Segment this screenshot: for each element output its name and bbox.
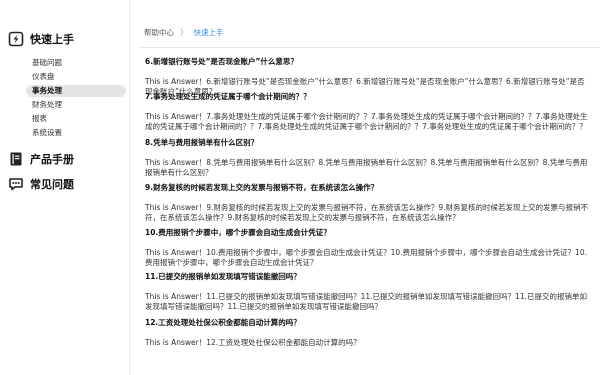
sidebar-section-manual[interactable]: 产品手册 (8, 151, 74, 167)
breadcrumb-current[interactable]: 快速上手 (194, 28, 224, 37)
sidebar-section-quick-start[interactable]: 快速上手 (8, 31, 74, 47)
breadcrumb-home[interactable]: 帮助中心 (144, 28, 174, 37)
question: 11.已提交的报销单如发现填写错误能撤回吗？ (145, 272, 301, 281)
qa-item: 6.新增银行账号处”是否现金账户”什么意思？ This is Answer！6.… (145, 57, 590, 97)
question: 9.财务复核的时候若发现上交的发票与报销不符，在系统该怎么操作？ (145, 183, 379, 192)
question: 12.工资处理处社保公积金都能自动计算的吗？ (145, 318, 301, 327)
question: 6.新增银行账号处”是否现金账户”什么意思？ (145, 57, 298, 66)
qa-item: 8.凭单与费用报销单有什么区别？ This is Answer！8.凭单与费用报… (145, 138, 590, 178)
question: 7.事务处理处生成的凭证属于哪个会计期间的？？ (145, 92, 311, 101)
sidebar-item-finance[interactable]: 财务处理 (26, 99, 126, 111)
qa-item: 11.已提交的报销单如发现填写错误能撤回吗？ This is Answer！11… (145, 272, 590, 312)
chat-bubble-icon (8, 176, 24, 192)
section-title-quick-start: 快速上手 (30, 33, 74, 46)
answer: This is Answer！9.财务复核的时候若发现上交的发票与报销不符，在系… (145, 203, 589, 222)
question: 8.凭单与费用报销单有什么区别？ (145, 138, 259, 147)
breadcrumb: 帮助中心〉快速上手 (144, 27, 224, 38)
qa-item: 9.财务复核的时候若发现上交的发票与报销不符，在系统该怎么操作？ This is… (145, 183, 590, 223)
sidebar-item-reports[interactable]: 报表 (26, 113, 126, 125)
answer: This is Answer！7.事务处理处生成的凭证属于哪个会计期间的？？7.… (145, 112, 588, 131)
book-icon (8, 151, 24, 167)
lightning-edit-icon (8, 31, 24, 47)
answer: This is Answer！8.凭单与费用报销单有什么区别？8.凭单与费用报销… (145, 158, 588, 177)
section-title-faq: 常见问题 (30, 178, 74, 191)
sidebar-item-basic-questions[interactable]: 基础问题 (26, 57, 126, 69)
sidebar-item-settings[interactable]: 系统设置 (26, 127, 126, 139)
qa-item: 10.费用报销个步骤中，哪个步骤会自动生成会计凭证？ This is Answe… (145, 228, 590, 268)
answer: This is Answer！10.费用报销个步骤中，哪个步骤会自动生成会计凭证… (145, 248, 587, 267)
qa-item: 12.工资处理处社保公积金都能自动计算的吗？ This is Answer！12… (145, 318, 590, 348)
sidebar: 快速上手 基础问题 仪表盘 事务处理 财务处理 报表 系统设置 产品手册 常见问… (0, 0, 130, 375)
sidebar-section-faq[interactable]: 常见问题 (8, 176, 74, 192)
sidebar-item-dashboard[interactable]: 仪表盘 (26, 71, 126, 83)
qa-item: 7.事务处理处生成的凭证属于哪个会计期间的？？ This is Answer！7… (145, 92, 590, 132)
answer: This is Answer！12.工资处理处社保公积金都能自动计算的吗？ (145, 338, 361, 347)
divider (138, 47, 600, 48)
answer: This is Answer！11.已提交的报销单如发现填写错误能撤回吗？11.… (145, 292, 587, 311)
question: 10.费用报销个步骤中，哪个步骤会自动生成会计凭证？ (145, 228, 331, 237)
sidebar-item-transactions[interactable]: 事务处理 (26, 85, 126, 97)
section-title-manual: 产品手册 (30, 153, 74, 166)
breadcrumb-separator: 〉 (180, 28, 188, 37)
